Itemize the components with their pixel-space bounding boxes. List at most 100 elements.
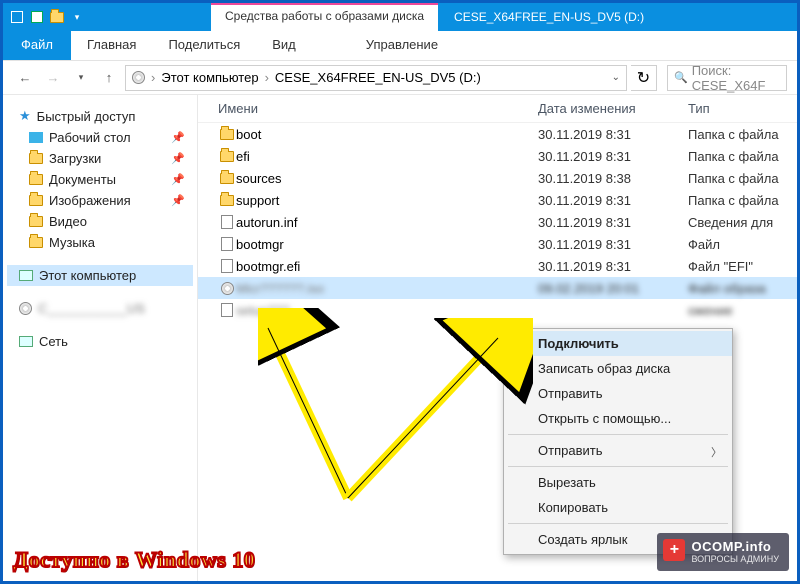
- ctx-separator: [508, 523, 728, 524]
- tab-home[interactable]: Главная: [71, 31, 152, 60]
- file-icon: [221, 303, 233, 317]
- file-icon: [221, 215, 233, 229]
- table-row[interactable]: Micr??????.iso09.02.2019 20:01Файл образ…: [198, 277, 797, 299]
- ctx-send[interactable]: ↪Отправить: [504, 381, 732, 406]
- titlebar: ▾ Средства работы с образами диска CESE_…: [3, 3, 797, 31]
- file-date: 30.11.2019 8:31: [538, 149, 688, 164]
- pin-icon: 📌: [171, 173, 185, 186]
- folder-icon: [220, 129, 234, 140]
- file-icon: [221, 237, 233, 251]
- nav-bar: ← → ▾ ↑ › Этот компьютер › CESE_X64FREE_…: [3, 61, 797, 95]
- sidebar-network[interactable]: Сеть: [7, 331, 193, 352]
- sidebar-item-documents[interactable]: Документы📌: [7, 169, 193, 190]
- sidebar-this-pc[interactable]: Этот компьютер: [7, 265, 193, 286]
- table-row[interactable]: bootmgr.efi30.11.2019 8:31Файл "EFI": [198, 255, 797, 277]
- folder-icon: [29, 174, 43, 185]
- search-input[interactable]: 🔍 Поиск: CESE_X64F: [667, 65, 787, 91]
- sidebar-item-video[interactable]: Видео: [7, 211, 193, 232]
- file-date: 30.11.2019 8:31: [538, 215, 688, 230]
- file-name: support: [236, 193, 538, 208]
- col-type[interactable]: Тип: [688, 101, 797, 116]
- breadcrumb-sep: ›: [151, 70, 155, 85]
- sidebar-item-downloads[interactable]: Загрузки📌: [7, 148, 193, 169]
- ctx-separator: [508, 466, 728, 467]
- network-icon: [19, 336, 33, 347]
- folder-icon: [29, 237, 43, 248]
- breadcrumb-pc[interactable]: Этот компьютер: [161, 70, 258, 85]
- ctx-burn[interactable]: Записать образ диска: [504, 356, 732, 381]
- table-row[interactable]: boot30.11.2019 8:31Папка с файла: [198, 123, 797, 145]
- file-type: Папка с файла: [688, 171, 797, 186]
- qat-dropdown-icon[interactable]: ▾: [69, 9, 85, 25]
- refresh-button[interactable]: ↻: [631, 65, 657, 91]
- breadcrumb-sep: ›: [265, 70, 269, 85]
- folder-icon: [220, 151, 234, 162]
- nav-forward-icon: →: [41, 66, 65, 90]
- table-row[interactable]: efi30.11.2019 8:31Папка с файла: [198, 145, 797, 167]
- file-date: 30.11.2019 8:31: [538, 259, 688, 274]
- desktop-icon: [29, 132, 43, 143]
- column-headers[interactable]: Имени Дата изменения Тип: [198, 95, 797, 123]
- folder-icon: [29, 195, 43, 206]
- ribbon-tabs: Файл Главная Поделиться Вид Управление: [3, 31, 797, 61]
- file-name: boot: [236, 127, 538, 142]
- address-dropdown-icon[interactable]: ⌄: [612, 72, 620, 83]
- ctx-cut[interactable]: Вырезать: [504, 470, 732, 495]
- tab-view[interactable]: Вид: [256, 31, 312, 60]
- star-icon: ★: [19, 108, 31, 124]
- tab-file[interactable]: Файл: [3, 31, 71, 60]
- table-row[interactable]: sources30.11.2019 8:38Папка с файла: [198, 167, 797, 189]
- nav-recent-icon[interactable]: ▾: [69, 66, 93, 90]
- file-date: 30.11.2019 8:31: [538, 127, 688, 142]
- nav-up-icon[interactable]: ↑: [97, 66, 121, 90]
- table-row[interactable]: autorun.inf30.11.2019 8:31Сведения для: [198, 211, 797, 233]
- file-type: Папка с файла: [688, 127, 797, 142]
- address-bar[interactable]: › Этот компьютер › CESE_X64FREE_EN-US_DV…: [125, 65, 627, 91]
- file-name: autorun.inf: [236, 215, 538, 230]
- folder-icon: [29, 153, 43, 164]
- sidebar-quick-access[interactable]: ★Быстрый доступ: [7, 105, 193, 127]
- sidebar-drive-obscured[interactable]: C___________US: [7, 298, 193, 319]
- search-icon: 🔍: [674, 71, 688, 84]
- disc-icon: [221, 282, 234, 295]
- tab-manage[interactable]: Управление: [350, 31, 454, 60]
- nav-sidebar: ★Быстрый доступ Рабочий стол📌 Загрузки📌 …: [3, 95, 198, 581]
- col-date[interactable]: Дата изменения: [538, 101, 688, 116]
- file-date: 30.11.2019 8:38: [538, 171, 688, 186]
- file-type: Файл: [688, 237, 797, 252]
- file-type: Папка с файла: [688, 149, 797, 164]
- file-name: bootmgr.efi: [236, 259, 538, 274]
- app-icon: [9, 9, 25, 25]
- disc-icon: ◉: [512, 335, 528, 351]
- folder-icon: [49, 9, 65, 25]
- sidebar-item-music[interactable]: Музыка: [7, 232, 193, 253]
- quick-access-toolbar: ▾: [3, 3, 91, 31]
- file-type: Файл образа: [688, 281, 797, 296]
- pc-icon: [19, 270, 33, 281]
- drive-icon: [19, 302, 32, 315]
- file-name: Micr??????.iso: [236, 281, 538, 296]
- file-name: setup???: [236, 303, 538, 318]
- ctx-copy[interactable]: Копировать: [504, 495, 732, 520]
- file-type: ожение: [688, 303, 797, 318]
- ctx-sendto[interactable]: Отправить〉: [504, 438, 732, 463]
- sidebar-item-desktop[interactable]: Рабочий стол📌: [7, 127, 193, 148]
- ctx-open-with[interactable]: Открыть с помощью...: [504, 406, 732, 431]
- file-type: Папка с файла: [688, 193, 797, 208]
- breadcrumb-location[interactable]: CESE_X64FREE_EN-US_DV5 (D:): [275, 70, 481, 85]
- table-row[interactable]: bootmgr30.11.2019 8:31Файл: [198, 233, 797, 255]
- file-name: sources: [236, 171, 538, 186]
- tab-share[interactable]: Поделиться: [152, 31, 256, 60]
- file-icon: [221, 259, 233, 273]
- share-icon: ↪: [512, 385, 528, 401]
- ctx-separator: [508, 434, 728, 435]
- sidebar-item-pictures[interactable]: Изображения📌: [7, 190, 193, 211]
- table-row[interactable]: support30.11.2019 8:31Папка с файла: [198, 189, 797, 211]
- properties-icon[interactable]: [29, 9, 45, 25]
- folder-icon: [29, 216, 43, 227]
- ctx-mount[interactable]: ◉Подключить: [504, 331, 732, 356]
- file-name: efi: [236, 149, 538, 164]
- col-name[interactable]: Имени: [218, 101, 538, 116]
- table-row[interactable]: setup??? ожение: [198, 299, 797, 321]
- nav-back-icon[interactable]: ←: [13, 66, 37, 90]
